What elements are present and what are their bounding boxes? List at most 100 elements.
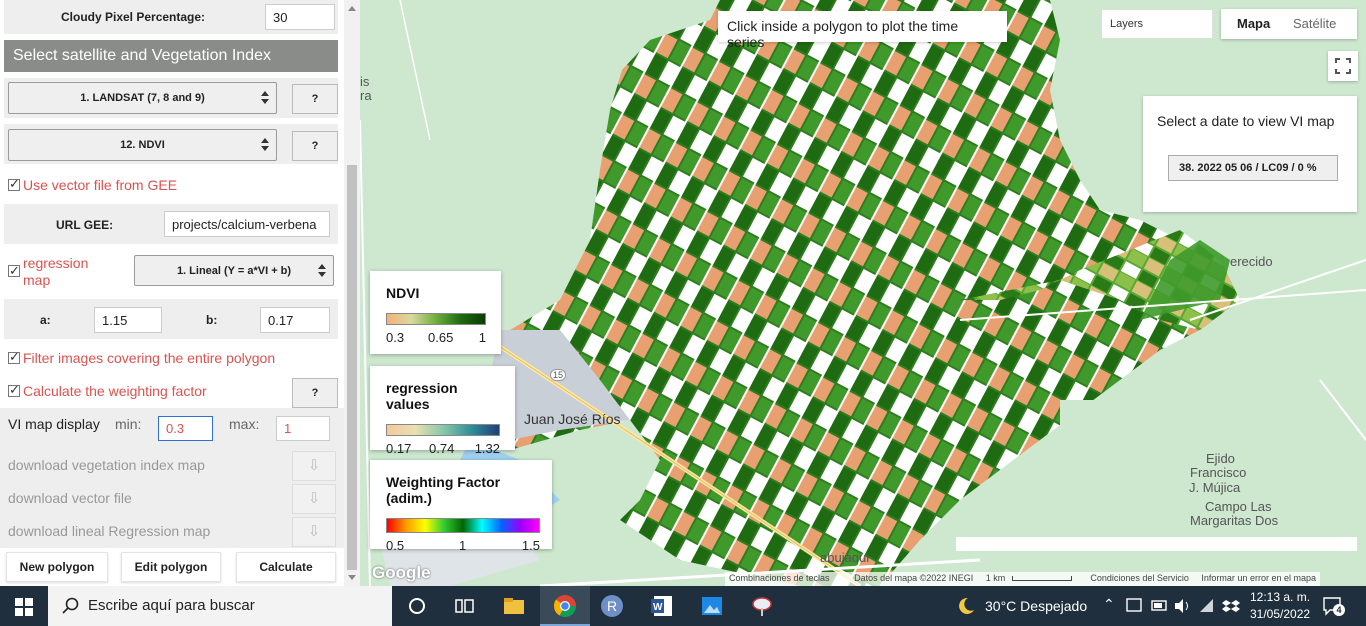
regression-select[interactable]: 1. Lineal (Y = a*VI + b) bbox=[134, 255, 334, 286]
weighting-label: Calculate the weighting factor bbox=[23, 383, 207, 399]
a-input[interactable] bbox=[94, 307, 162, 333]
scroll-down-icon[interactable] bbox=[348, 575, 356, 580]
date-select[interactable]: 38. 2022 05 06 / LC09 / 0 % bbox=[1168, 155, 1338, 181]
download-icon: ⇩ bbox=[307, 457, 321, 474]
map-label-ejido: Ejido bbox=[1206, 451, 1235, 466]
new-polygon-button[interactable]: New polygon bbox=[6, 552, 108, 582]
windows-start-icon[interactable] bbox=[15, 598, 33, 616]
route-15-badge: 15 bbox=[550, 369, 567, 381]
download-vi-label: download vegetation index map bbox=[8, 457, 205, 473]
weighting-legend-values: 0.5 1 1.5 bbox=[386, 538, 540, 554]
map-tab[interactable]: Mapa bbox=[1237, 16, 1270, 31]
svg-text:R: R bbox=[607, 598, 617, 614]
notification-center-button[interactable]: 4 bbox=[1322, 596, 1345, 616]
cloudy-row: Cloudy Pixel Percentage: bbox=[4, 0, 338, 34]
report-error-link[interactable]: Informar un error en el mapa bbox=[1201, 573, 1316, 583]
filter-checkbox[interactable]: Filter images covering the entire polygo… bbox=[8, 349, 275, 366]
regression-min: 0.17 bbox=[386, 441, 412, 456]
scale-ruler bbox=[1011, 576, 1072, 581]
max-label: max: bbox=[229, 416, 260, 432]
layers-select[interactable]: Layers bbox=[1101, 9, 1213, 39]
terms-link[interactable]: Condiciones del Servicio bbox=[1090, 573, 1189, 583]
date-selector-panel: Select a date to view VI map 38. 2022 05… bbox=[1143, 96, 1357, 212]
search-icon bbox=[62, 597, 79, 614]
map-label-is: is bbox=[360, 74, 370, 89]
scroll-thumb[interactable] bbox=[347, 165, 357, 570]
battery-icon[interactable] bbox=[1151, 599, 1169, 613]
chevron-up-icon[interactable]: ⌃ bbox=[1103, 596, 1115, 613]
word-icon[interactable]: W bbox=[650, 594, 674, 618]
max-input[interactable] bbox=[276, 416, 330, 441]
regression-select-label: 1. Lineal (Y = a*VI + b) bbox=[176, 265, 292, 277]
date-selector-title: Select a date to view VI map bbox=[1157, 113, 1335, 129]
url-label: URL GEE: bbox=[56, 218, 114, 232]
use-vector-label: Use vector file from GEE bbox=[23, 177, 178, 193]
index-help-button[interactable]: ? bbox=[292, 131, 338, 161]
weighting-help-button[interactable]: ? bbox=[292, 378, 338, 408]
url-row: URL GEE: bbox=[4, 204, 338, 244]
date-select-label: 38. 2022 05 06 / LC09 / 0 % bbox=[1179, 162, 1317, 174]
map-type-control: Mapa Satélite bbox=[1221, 9, 1357, 39]
clock-date[interactable]: 31/05/2022 bbox=[1250, 607, 1310, 621]
download-vector-label: download vector file bbox=[8, 490, 132, 506]
security-icon[interactable] bbox=[1126, 597, 1142, 613]
photos-icon[interactable] bbox=[700, 594, 724, 618]
index-select[interactable]: 12. NDVI bbox=[8, 129, 277, 161]
ndvi-legend-values: 0.3 0.65 1 bbox=[386, 330, 486, 346]
wifi-icon[interactable] bbox=[1198, 597, 1216, 615]
ndvi-legend-title: NDVI bbox=[386, 285, 420, 301]
svg-text:W: W bbox=[653, 602, 663, 613]
ndvi-colorbar bbox=[386, 313, 486, 325]
map-canvas[interactable]: is ra Juan José Ríos 15 erecido Ejido Fr… bbox=[360, 0, 1366, 586]
edit-polygon-button[interactable]: Edit polygon bbox=[121, 552, 221, 582]
coefficients-row: a: b: bbox=[4, 299, 338, 339]
regression-legend-title: regression values bbox=[386, 380, 458, 412]
map-label-campo: Campo Las bbox=[1205, 499, 1272, 514]
fullscreen-button[interactable] bbox=[1328, 51, 1358, 81]
url-input[interactable] bbox=[164, 211, 330, 237]
map-label-francisco: Francisco bbox=[1190, 465, 1247, 480]
chrome-icon bbox=[553, 595, 576, 617]
download-icon: ⇩ bbox=[307, 490, 321, 507]
volume-icon[interactable] bbox=[1173, 597, 1191, 615]
download-vi-button[interactable]: ⇩ bbox=[292, 451, 336, 481]
google-logo: Google bbox=[372, 563, 431, 582]
keyboard-shortcuts-link[interactable]: Combinaciones de teclas bbox=[729, 573, 830, 583]
weighting-mid: 1 bbox=[459, 538, 467, 553]
weighting-legend-title: Weighting Factor (adim.) bbox=[386, 474, 501, 506]
weather-text[interactable]: 30°C Despejado bbox=[985, 598, 1087, 614]
calculate-button[interactable]: Calculate bbox=[236, 552, 336, 582]
use-vector-checkbox[interactable]: Use vector file from GEE bbox=[8, 176, 178, 193]
dropbox-icon[interactable] bbox=[1222, 597, 1240, 615]
map-label-margaritas: Margaritas Dos bbox=[1190, 513, 1279, 528]
scroll-up-icon[interactable] bbox=[348, 6, 356, 11]
weighting-checkbox[interactable]: Calculate the weighting factor bbox=[8, 382, 207, 399]
satellite-help-button[interactable]: ? bbox=[292, 84, 338, 114]
notification-count: 4 bbox=[1333, 604, 1345, 616]
min-label: min: bbox=[115, 416, 142, 432]
taskbar-search[interactable]: Escribe aquí para buscar bbox=[48, 586, 392, 626]
b-input[interactable] bbox=[260, 307, 330, 333]
map-label-juan-jose-rios: Juan José Ríos bbox=[524, 411, 621, 427]
file-explorer-icon[interactable] bbox=[502, 594, 526, 618]
task-view-icon[interactable] bbox=[452, 594, 476, 618]
map-attribution: Combinaciones de teclas Datos del mapa ©… bbox=[725, 572, 1320, 586]
r-app-icon[interactable]: R bbox=[600, 594, 624, 618]
cloudy-input[interactable] bbox=[265, 4, 335, 30]
fullscreen-icon bbox=[1335, 58, 1351, 74]
satellite-app-icon[interactable] bbox=[750, 594, 774, 618]
chrome-taskbar-item[interactable] bbox=[540, 586, 590, 626]
regression-legend: regression values 0.17 0.74 1.32 bbox=[370, 366, 515, 456]
download-vector-button[interactable]: ⇩ bbox=[292, 484, 336, 514]
download-regression-button[interactable]: ⇩ bbox=[292, 517, 336, 547]
ndvi-min: 0.3 bbox=[386, 330, 405, 345]
ndvi-legend: NDVI 0.3 0.65 1 bbox=[370, 271, 501, 354]
clock-time[interactable]: 12:13 a. m. bbox=[1250, 590, 1310, 604]
satellite-select[interactable]: 1. LANDSAT (7, 8 and 9) bbox=[8, 82, 277, 114]
min-input[interactable] bbox=[158, 416, 213, 441]
regression-colorbar bbox=[386, 424, 500, 436]
satellite-tab[interactable]: Satélite bbox=[1293, 16, 1336, 31]
panel-scrollbar[interactable] bbox=[344, 0, 360, 586]
cortana-icon[interactable] bbox=[405, 594, 429, 618]
regression-legend-values: 0.17 0.74 1.32 bbox=[386, 441, 500, 457]
